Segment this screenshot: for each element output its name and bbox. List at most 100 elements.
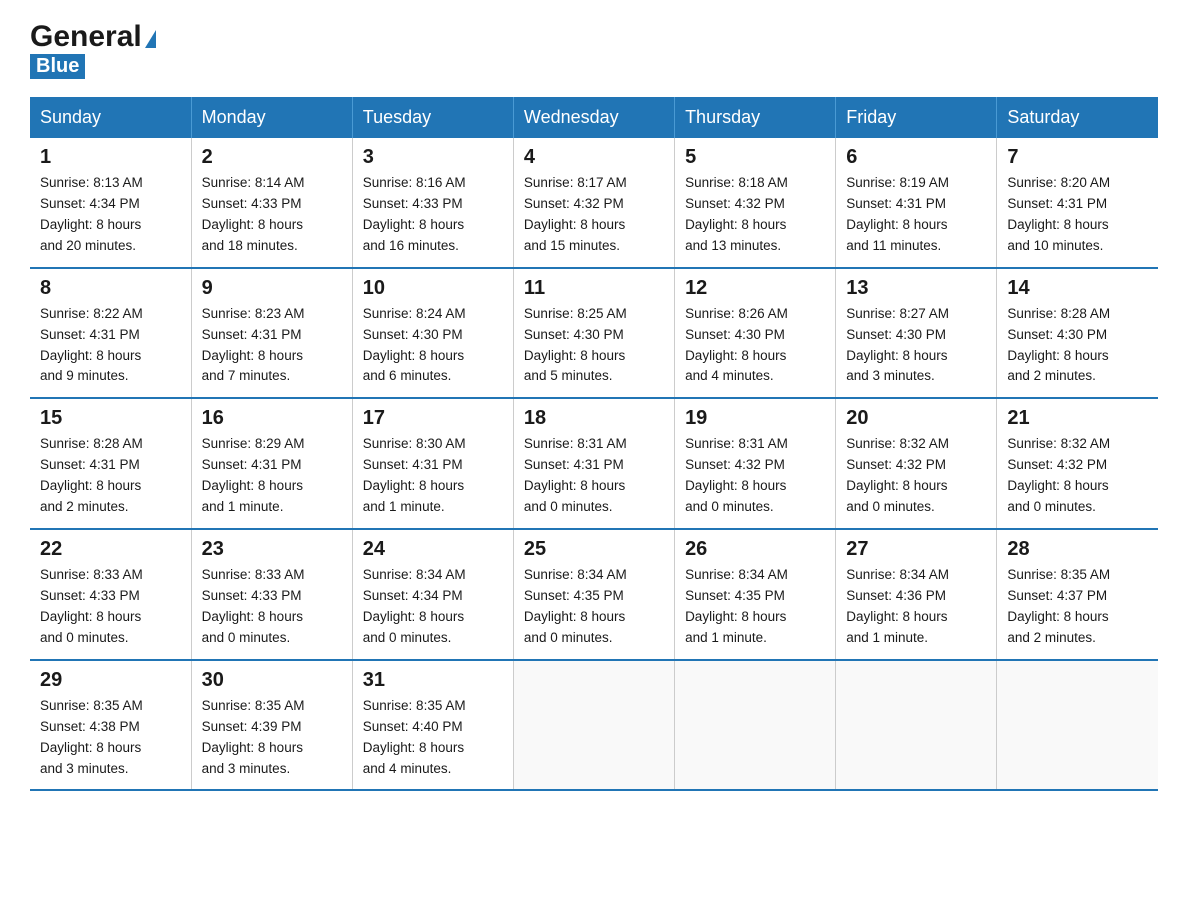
day-info: Sunrise: 8:35 AMSunset: 4:40 PMDaylight:… — [363, 696, 503, 780]
day-info: Sunrise: 8:34 AMSunset: 4:35 PMDaylight:… — [685, 565, 825, 649]
day-number: 3 — [363, 146, 503, 169]
header-monday: Monday — [191, 97, 352, 138]
calendar-cell: 2 Sunrise: 8:14 AMSunset: 4:33 PMDaylight… — [191, 138, 352, 268]
day-info: Sunrise: 8:24 AMSunset: 4:30 PMDaylight:… — [363, 304, 503, 388]
calendar-header-row: SundayMondayTuesdayWednesdayThursdayFrid… — [30, 97, 1158, 138]
calendar-cell: 20 Sunrise: 8:32 AMSunset: 4:32 PMDayligh… — [836, 398, 997, 529]
calendar-cell: 22 Sunrise: 8:33 AMSunset: 4:33 PMDayligh… — [30, 529, 191, 660]
day-info: Sunrise: 8:35 AMSunset: 4:37 PMDaylight:… — [1007, 565, 1148, 649]
day-number: 26 — [685, 538, 825, 561]
calendar-cell: 4Sunrise: 8:17 AMSunset: 4:32 PMDaylight… — [513, 138, 674, 268]
week-row-1: 1 Sunrise: 8:13 AMSunset: 4:34 PMDaylight… — [30, 138, 1158, 268]
day-number: 9 — [202, 277, 342, 300]
day-info: Sunrise: 8:35 AMSunset: 4:39 PMDaylight:… — [202, 696, 342, 780]
calendar-cell — [513, 660, 674, 791]
logo-triangle-icon — [145, 30, 156, 48]
day-number: 19 — [685, 407, 825, 430]
day-info: Sunrise: 8:34 AMSunset: 4:34 PMDaylight:… — [363, 565, 503, 649]
calendar-cell: 12 Sunrise: 8:26 AMSunset: 4:30 PMDayligh… — [675, 268, 836, 399]
day-info: Sunrise: 8:35 AMSunset: 4:38 PMDaylight:… — [40, 696, 181, 780]
day-info: Sunrise: 8:17 AMSunset: 4:32 PMDaylight:… — [524, 173, 664, 257]
day-info: Sunrise: 8:32 AMSunset: 4:32 PMDaylight:… — [1007, 434, 1148, 518]
calendar-table: SundayMondayTuesdayWednesdayThursdayFrid… — [30, 97, 1158, 791]
day-number: 28 — [1007, 538, 1148, 561]
calendar-cell — [997, 660, 1158, 791]
calendar-cell: 15 Sunrise: 8:28 AMSunset: 4:31 PMDayligh… — [30, 398, 191, 529]
day-info: Sunrise: 8:31 AMSunset: 4:31 PMDaylight:… — [524, 434, 664, 518]
calendar-cell: 24 Sunrise: 8:34 AMSunset: 4:34 PMDayligh… — [352, 529, 513, 660]
day-info: Sunrise: 8:18 AMSunset: 4:32 PMDaylight:… — [685, 173, 825, 257]
day-info: Sunrise: 8:30 AMSunset: 4:31 PMDaylight:… — [363, 434, 503, 518]
week-row-5: 29 Sunrise: 8:35 AMSunset: 4:38 PMDayligh… — [30, 660, 1158, 791]
calendar-cell: 11Sunrise: 8:25 AMSunset: 4:30 PMDayligh… — [513, 268, 674, 399]
header-wednesday: Wednesday — [513, 97, 674, 138]
calendar-cell: 13 Sunrise: 8:27 AMSunset: 4:30 PMDayligh… — [836, 268, 997, 399]
day-info: Sunrise: 8:25 AMSunset: 4:30 PMDaylight:… — [524, 304, 664, 388]
header-saturday: Saturday — [997, 97, 1158, 138]
day-info: Sunrise: 8:28 AMSunset: 4:30 PMDaylight:… — [1007, 304, 1148, 388]
day-number: 10 — [363, 277, 503, 300]
day-info: Sunrise: 8:22 AMSunset: 4:31 PMDaylight:… — [40, 304, 181, 388]
day-info: Sunrise: 8:26 AMSunset: 4:30 PMDaylight:… — [685, 304, 825, 388]
day-info: Sunrise: 8:16 AMSunset: 4:33 PMDaylight:… — [363, 173, 503, 257]
week-row-3: 15 Sunrise: 8:28 AMSunset: 4:31 PMDayligh… — [30, 398, 1158, 529]
day-info: Sunrise: 8:31 AMSunset: 4:32 PMDaylight:… — [685, 434, 825, 518]
day-info: Sunrise: 8:27 AMSunset: 4:30 PMDaylight:… — [846, 304, 986, 388]
calendar-cell — [836, 660, 997, 791]
day-info: Sunrise: 8:28 AMSunset: 4:31 PMDaylight:… — [40, 434, 181, 518]
day-number: 20 — [846, 407, 986, 430]
day-number: 5 — [685, 146, 825, 169]
calendar-cell: 28 Sunrise: 8:35 AMSunset: 4:37 PMDayligh… — [997, 529, 1158, 660]
day-number: 14 — [1007, 277, 1148, 300]
day-number: 31 — [363, 669, 503, 692]
logo-general-text: General — [30, 20, 142, 54]
calendar-cell: 18 Sunrise: 8:31 AMSunset: 4:31 PMDayligh… — [513, 398, 674, 529]
day-number: 7 — [1007, 146, 1148, 169]
day-info: Sunrise: 8:13 AMSunset: 4:34 PMDaylight:… — [40, 173, 181, 257]
calendar-cell: 9Sunrise: 8:23 AMSunset: 4:31 PMDaylight… — [191, 268, 352, 399]
day-number: 24 — [363, 538, 503, 561]
day-info: Sunrise: 8:14 AMSunset: 4:33 PMDaylight:… — [202, 173, 342, 257]
header-sunday: Sunday — [30, 97, 191, 138]
day-info: Sunrise: 8:33 AMSunset: 4:33 PMDaylight:… — [202, 565, 342, 649]
day-number: 21 — [1007, 407, 1148, 430]
calendar-cell: 29 Sunrise: 8:35 AMSunset: 4:38 PMDayligh… — [30, 660, 191, 791]
day-info: Sunrise: 8:29 AMSunset: 4:31 PMDaylight:… — [202, 434, 342, 518]
day-number: 25 — [524, 538, 664, 561]
day-number: 18 — [524, 407, 664, 430]
day-number: 22 — [40, 538, 181, 561]
day-number: 13 — [846, 277, 986, 300]
calendar-cell: 16 Sunrise: 8:29 AMSunset: 4:31 PMDayligh… — [191, 398, 352, 529]
day-number: 15 — [40, 407, 181, 430]
day-number: 30 — [202, 669, 342, 692]
calendar-cell: 25 Sunrise: 8:34 AMSunset: 4:35 PMDayligh… — [513, 529, 674, 660]
day-info: Sunrise: 8:34 AMSunset: 4:35 PMDaylight:… — [524, 565, 664, 649]
header-tuesday: Tuesday — [352, 97, 513, 138]
calendar-cell: 10 Sunrise: 8:24 AMSunset: 4:30 PMDayligh… — [352, 268, 513, 399]
header: General Blue — [30, 20, 1158, 79]
calendar-cell — [675, 660, 836, 791]
calendar-cell: 30 Sunrise: 8:35 AMSunset: 4:39 PMDayligh… — [191, 660, 352, 791]
day-number: 29 — [40, 669, 181, 692]
day-number: 1 — [40, 146, 181, 169]
calendar-cell: 17 Sunrise: 8:30 AMSunset: 4:31 PMDayligh… — [352, 398, 513, 529]
day-number: 16 — [202, 407, 342, 430]
calendar-cell: 27Sunrise: 8:34 AMSunset: 4:36 PMDayligh… — [836, 529, 997, 660]
day-info: Sunrise: 8:19 AMSunset: 4:31 PMDaylight:… — [846, 173, 986, 257]
day-number: 6 — [846, 146, 986, 169]
calendar-cell: 23Sunrise: 8:33 AMSunset: 4:33 PMDayligh… — [191, 529, 352, 660]
day-number: 2 — [202, 146, 342, 169]
day-info: Sunrise: 8:34 AMSunset: 4:36 PMDaylight:… — [846, 565, 986, 649]
day-number: 12 — [685, 277, 825, 300]
day-info: Sunrise: 8:32 AMSunset: 4:32 PMDaylight:… — [846, 434, 986, 518]
week-row-4: 22 Sunrise: 8:33 AMSunset: 4:33 PMDayligh… — [30, 529, 1158, 660]
day-number: 8 — [40, 277, 181, 300]
calendar-cell: 21 Sunrise: 8:32 AMSunset: 4:32 PMDayligh… — [997, 398, 1158, 529]
day-info: Sunrise: 8:33 AMSunset: 4:33 PMDaylight:… — [40, 565, 181, 649]
day-number: 17 — [363, 407, 503, 430]
calendar-cell: 19 Sunrise: 8:31 AMSunset: 4:32 PMDayligh… — [675, 398, 836, 529]
week-row-2: 8 Sunrise: 8:22 AMSunset: 4:31 PMDaylight… — [30, 268, 1158, 399]
calendar-cell: 8 Sunrise: 8:22 AMSunset: 4:31 PMDaylight… — [30, 268, 191, 399]
calendar-cell: 6 Sunrise: 8:19 AMSunset: 4:31 PMDaylight… — [836, 138, 997, 268]
calendar-cell: 26 Sunrise: 8:34 AMSunset: 4:35 PMDayligh… — [675, 529, 836, 660]
